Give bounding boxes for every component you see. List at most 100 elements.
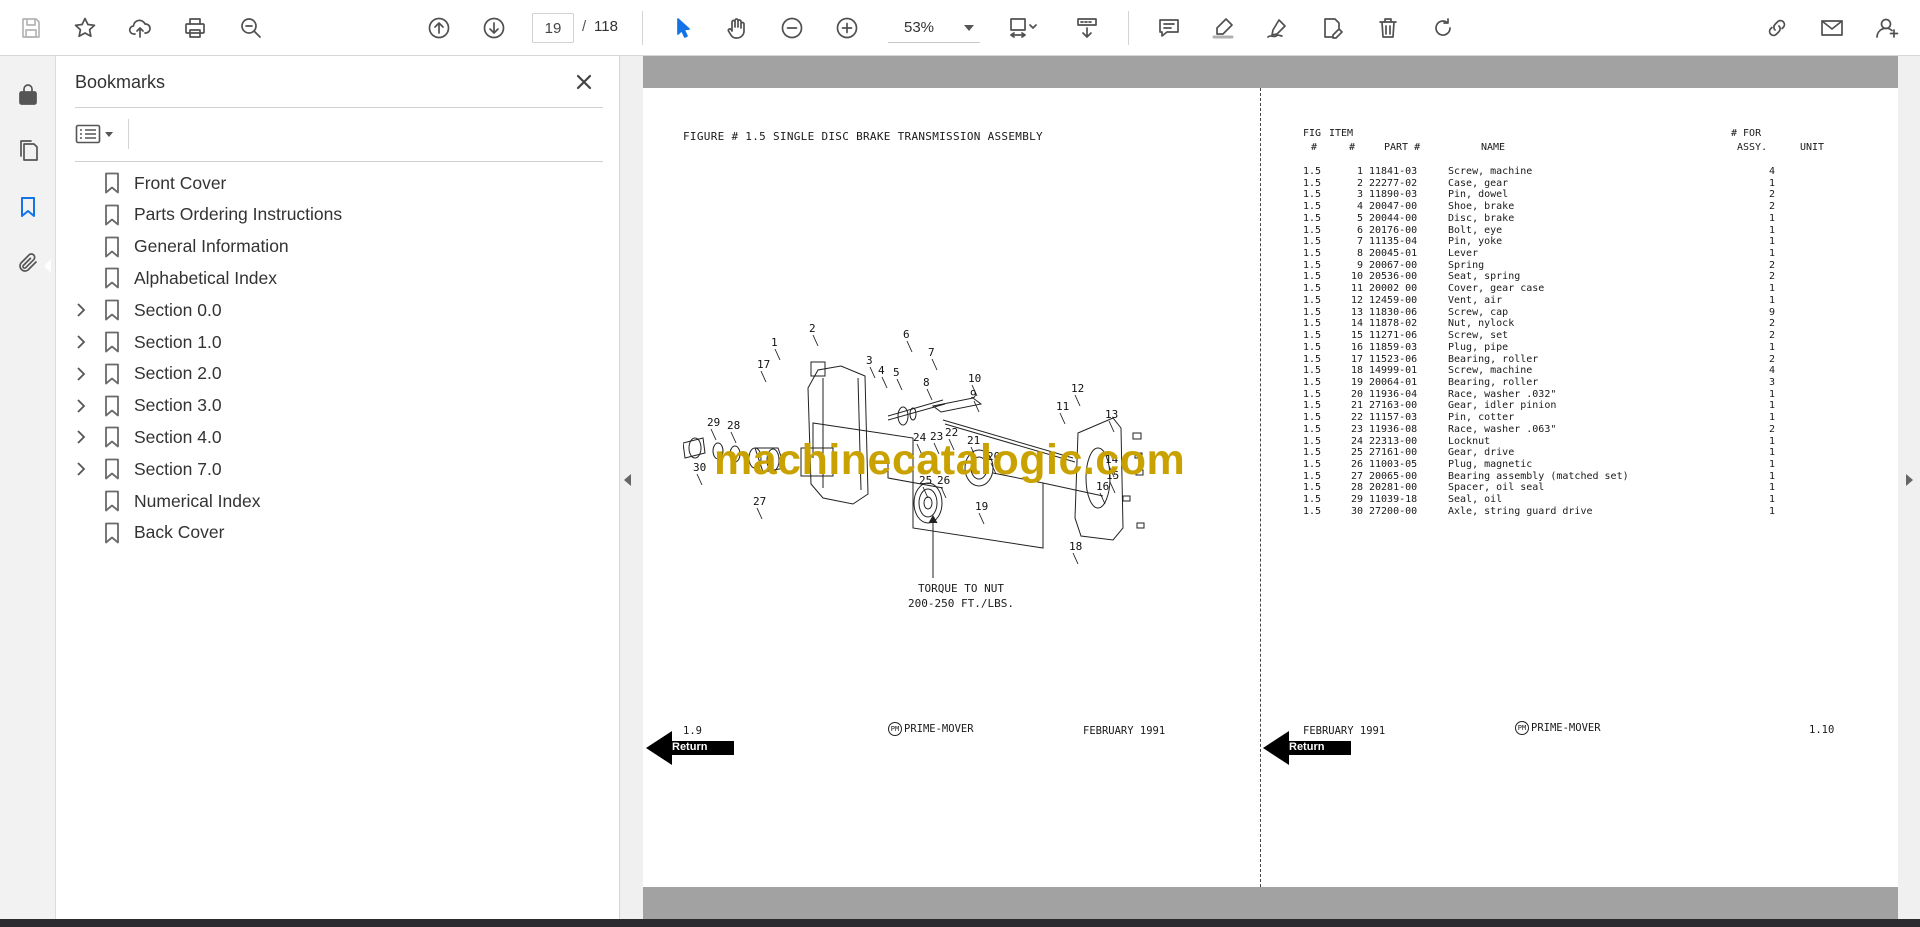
comment-icon[interactable] xyxy=(1152,11,1186,45)
cell-fig: 1.5 xyxy=(1303,248,1322,260)
cell-fig: 1.5 xyxy=(1303,494,1322,506)
fit-page-icon[interactable] xyxy=(1000,11,1046,45)
bookmark-item[interactable]: General Information xyxy=(70,232,600,262)
list-options-icon xyxy=(75,124,101,144)
rotate-icon[interactable] xyxy=(1426,11,1460,45)
cell-part: 12459-00 xyxy=(1369,294,1418,306)
bookmark-item[interactable]: Section 0.0 xyxy=(70,295,600,325)
bookmark-item[interactable]: Alphabetical Index xyxy=(70,263,600,293)
bookmark-item[interactable]: Parts Ordering Instructions xyxy=(70,200,600,230)
cell-qty: 1 xyxy=(1768,248,1775,260)
scroll-mode-icon[interactable] xyxy=(1070,11,1104,45)
bookmark-item[interactable]: Section 3.0 xyxy=(70,391,600,421)
cell-part: 11157-03 xyxy=(1369,412,1418,424)
cell-name: Bearing, roller xyxy=(1448,376,1539,388)
share-link-icon[interactable] xyxy=(1760,11,1794,45)
bookmark-item[interactable]: Numerical Index xyxy=(70,486,600,516)
cell-name: Plug, pipe xyxy=(1448,341,1509,353)
upload-icon[interactable] xyxy=(123,11,157,45)
collapse-left-panel-icon[interactable] xyxy=(624,474,631,486)
bookmark-item[interactable]: Back Cover xyxy=(70,518,600,548)
email-icon[interactable] xyxy=(1815,11,1849,45)
page-number-input[interactable] xyxy=(532,13,574,43)
left-footer-brand: PM PRIME-MOVER xyxy=(888,722,974,736)
cell-part: 20045-01 xyxy=(1369,248,1418,260)
cell-fig: 1.5 xyxy=(1303,412,1322,424)
cell-part: 11859-03 xyxy=(1369,341,1418,353)
zoom-out-icon[interactable] xyxy=(775,11,809,45)
bookmark-item[interactable]: Section 1.0 xyxy=(70,327,600,357)
hand-icon[interactable] xyxy=(720,11,754,45)
pages-icon[interactable] xyxy=(11,133,45,167)
cell-name: Disc, brake xyxy=(1448,212,1515,224)
bookmark-indent-spacer xyxy=(70,200,92,230)
cell-item: 1 xyxy=(1356,166,1363,177)
fill-sign-icon[interactable] xyxy=(1315,11,1349,45)
cell-name: Vent, air xyxy=(1448,294,1503,306)
find-zoom-icon[interactable] xyxy=(234,11,268,45)
cell-name: Locknut xyxy=(1448,435,1491,447)
zoom-select[interactable]: 53% xyxy=(888,13,980,43)
print-icon[interactable] xyxy=(178,11,212,45)
cell-name: Nut, nylock xyxy=(1448,318,1515,330)
cell-item: 10 xyxy=(1350,271,1363,283)
cell-qty: 1 xyxy=(1768,482,1775,494)
navigation-rail xyxy=(0,56,56,919)
expand-right-panel-icon[interactable] xyxy=(1906,474,1913,486)
bookmark-icon xyxy=(96,295,128,325)
callout-leader-line xyxy=(1099,492,1106,505)
attachment-icon[interactable] xyxy=(11,246,45,280)
toolbar-divider xyxy=(642,11,643,45)
cell-fig: 1.5 xyxy=(1303,353,1322,365)
chevron-right-icon[interactable] xyxy=(70,422,92,452)
cell-part: 11830-06 xyxy=(1369,306,1418,318)
cell-fig: 1.5 xyxy=(1303,423,1322,435)
document-view[interactable]: FIGURE # 1.5 SINGLE DISC BRAKE TRANSMISS… xyxy=(620,56,1920,919)
callout-label: 9 xyxy=(970,388,977,401)
chevron-right-icon[interactable] xyxy=(70,327,92,357)
highlight-icon[interactable] xyxy=(1206,11,1240,45)
divider xyxy=(128,119,129,149)
zoom-in-icon[interactable] xyxy=(830,11,864,45)
cell-item: 14 xyxy=(1350,318,1363,330)
table-row: 1.5 30 27200-00 Axle, string guard drive 1 xyxy=(1303,506,1863,520)
callout-leader-line xyxy=(881,376,888,389)
chevron-right-icon[interactable] xyxy=(70,391,92,421)
cell-item: 8 xyxy=(1356,248,1363,260)
page-total: 118 xyxy=(594,18,618,35)
cell-name: Seal, oil xyxy=(1448,494,1503,506)
bookmark-options-button[interactable] xyxy=(75,119,125,149)
close-icon[interactable] xyxy=(570,68,598,96)
cell-name: Case, gear xyxy=(1448,177,1509,189)
return-button-left[interactable]: Return xyxy=(646,731,736,765)
star-icon[interactable] xyxy=(68,11,102,45)
save-icon[interactable] xyxy=(14,11,48,45)
sign-icon[interactable] xyxy=(1260,11,1294,45)
page-down-icon[interactable] xyxy=(477,11,511,45)
lock-icon[interactable] xyxy=(11,77,45,111)
callout-label: 28 xyxy=(727,419,740,432)
bookmark-item[interactable]: Section 2.0 xyxy=(70,359,600,389)
bookmark-item[interactable]: Front Cover xyxy=(70,168,600,198)
cell-part: 11936-08 xyxy=(1369,423,1418,435)
parts-list-page: FIG ITEM # # PART # NAME # FOR ASSY. UNI… xyxy=(1303,88,1883,887)
cell-part: 20065-00 xyxy=(1369,470,1418,482)
return-button-right[interactable]: Return xyxy=(1263,731,1353,765)
bookmark-item[interactable]: Section 4.0 xyxy=(70,422,600,452)
select-arrow-icon[interactable] xyxy=(666,11,700,45)
chevron-right-icon[interactable] xyxy=(70,295,92,325)
delete-icon[interactable] xyxy=(1371,11,1405,45)
account-icon[interactable] xyxy=(1870,11,1904,45)
cell-qty: 1 xyxy=(1768,283,1775,295)
callout-leader-line xyxy=(978,512,985,525)
bookmark-item[interactable]: Section 7.0 xyxy=(70,454,600,484)
cell-qty: 2 xyxy=(1768,353,1775,365)
cell-fig: 1.5 xyxy=(1303,459,1322,470)
cell-fig: 1.5 xyxy=(1303,236,1322,248)
bookmark-icon[interactable] xyxy=(11,190,45,224)
chevron-right-icon[interactable] xyxy=(70,454,92,484)
cell-item: 25 xyxy=(1350,447,1363,459)
bookmark-label: Section 7.0 xyxy=(134,458,222,479)
chevron-right-icon[interactable] xyxy=(70,359,92,389)
page-up-icon[interactable] xyxy=(422,11,456,45)
